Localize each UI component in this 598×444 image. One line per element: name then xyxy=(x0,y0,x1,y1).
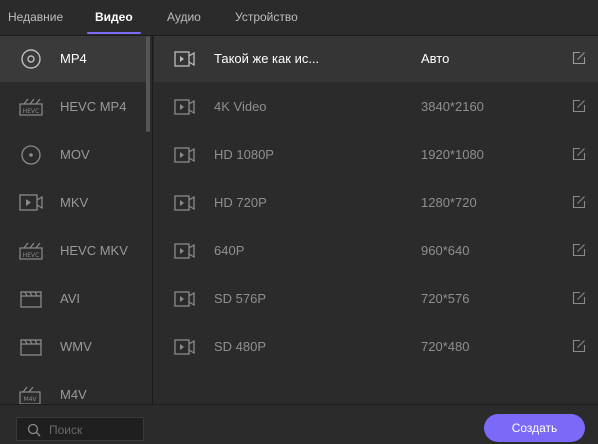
format-label: AVI xyxy=(60,291,80,306)
video-icon xyxy=(174,147,196,163)
edit-icon[interactable] xyxy=(572,51,586,65)
preset-list: Такой же как ис... Авто 4K Video 3840*21… xyxy=(154,36,598,404)
preset-row[interactable]: HD 1080P 1920*1080 xyxy=(154,132,598,178)
tab-device-label: Устройство xyxy=(235,10,298,24)
edit-icon[interactable] xyxy=(572,99,586,113)
edit-icon[interactable] xyxy=(572,243,586,257)
preset-row[interactable]: 640P 960*640 xyxy=(154,228,598,274)
preset-row[interactable]: 4K Video 3840*2160 xyxy=(154,84,598,130)
format-item-avi[interactable]: AVI xyxy=(0,276,146,322)
format-item-m4v[interactable]: M4V M4V xyxy=(0,372,146,404)
tab-bar: Недавние Видео Аудио Устройство xyxy=(0,0,598,36)
clapperboard-icon xyxy=(18,336,44,358)
tab-audio-label: Аудио xyxy=(167,10,201,24)
format-label: M4V xyxy=(60,387,87,402)
format-label: MP4 xyxy=(60,51,87,66)
edit-icon[interactable] xyxy=(572,339,586,353)
video-icon xyxy=(174,51,196,67)
svg-text:HEVC: HEVC xyxy=(23,252,40,259)
format-item-hevc-mkv[interactable]: HEVC HEVC MKV xyxy=(0,228,146,274)
format-label: HEVC MP4 xyxy=(60,99,127,114)
video-icon xyxy=(174,195,196,211)
edit-icon[interactable] xyxy=(572,147,586,161)
format-item-mkv[interactable]: MKV xyxy=(0,180,146,226)
preset-name: HD 1080P xyxy=(214,147,274,162)
preset-resolution: 3840*2160 xyxy=(421,99,484,114)
preset-resolution: 1920*1080 xyxy=(421,147,484,162)
tab-recent-label: Недавние xyxy=(8,10,64,24)
disc-icon xyxy=(18,144,44,166)
svg-text:HEVC: HEVC xyxy=(23,108,40,115)
format-item-mov[interactable]: MOV xyxy=(0,132,146,178)
m4v-icon: M4V xyxy=(18,384,44,404)
preset-name: Такой же как ис... xyxy=(214,51,320,66)
preset-row[interactable]: Такой же как ис... Авто xyxy=(154,36,598,82)
tab-audio[interactable]: Аудио xyxy=(167,0,201,34)
preset-name: HD 720P xyxy=(214,195,267,210)
preset-row[interactable]: SD 576P 720*576 xyxy=(154,276,598,322)
format-picker-window: Недавние Видео Аудио Устройство MP4 HEVC… xyxy=(0,0,598,444)
clapperboard-icon xyxy=(18,288,44,310)
search-input[interactable] xyxy=(49,421,139,439)
tab-video[interactable]: Видео xyxy=(87,0,141,34)
svg-text:M4V: M4V xyxy=(23,396,37,403)
preset-resolution: 1280*720 xyxy=(421,195,477,210)
preset-name: 640P xyxy=(214,243,245,258)
preset-name: SD 576P xyxy=(214,291,267,306)
preset-resolution: 720*480 xyxy=(421,339,470,354)
active-tab-indicator xyxy=(87,32,141,34)
edit-icon[interactable] xyxy=(572,291,586,305)
video-file-icon xyxy=(18,192,44,214)
tab-device[interactable]: Устройство xyxy=(235,0,298,34)
create-button[interactable]: Создать xyxy=(484,414,585,442)
preset-row[interactable]: SD 480P 720*480 xyxy=(154,324,598,370)
video-icon xyxy=(174,291,196,307)
hevc-icon: HEVC xyxy=(18,96,44,118)
preset-resolution: 720*576 xyxy=(421,291,470,306)
preset-resolution: Авто xyxy=(421,51,450,66)
video-icon xyxy=(174,243,196,259)
hevc-icon: HEVC xyxy=(18,240,44,262)
disc-icon xyxy=(18,48,44,70)
format-label: MOV xyxy=(60,147,90,162)
preset-name: 4K Video xyxy=(214,99,267,114)
bottom-bar: Создать xyxy=(0,404,598,444)
format-label: WMV xyxy=(60,339,92,354)
preset-resolution: 960*640 xyxy=(421,243,470,258)
search-box xyxy=(16,417,144,441)
tab-recent[interactable]: Недавние xyxy=(8,0,63,34)
sidebar-scrollbar[interactable] xyxy=(146,36,150,132)
format-label: MKV xyxy=(60,195,89,210)
tab-video-label: Видео xyxy=(95,10,133,24)
video-icon xyxy=(174,339,196,355)
format-list: MP4 HEVC HEVC MP4 MOV MKV HEVC HEVC MKV xyxy=(0,36,153,404)
video-icon xyxy=(174,99,196,115)
format-item-wmv[interactable]: WMV xyxy=(0,324,146,370)
search-icon xyxy=(27,423,41,437)
format-item-mp4[interactable]: MP4 xyxy=(0,36,146,82)
preset-row[interactable]: HD 720P 1280*720 xyxy=(154,180,598,226)
edit-icon[interactable] xyxy=(572,195,586,209)
preset-name: SD 480P xyxy=(214,339,267,354)
format-item-hevc-mp4[interactable]: HEVC HEVC MP4 xyxy=(0,84,146,130)
format-label: HEVC MKV xyxy=(60,243,128,258)
